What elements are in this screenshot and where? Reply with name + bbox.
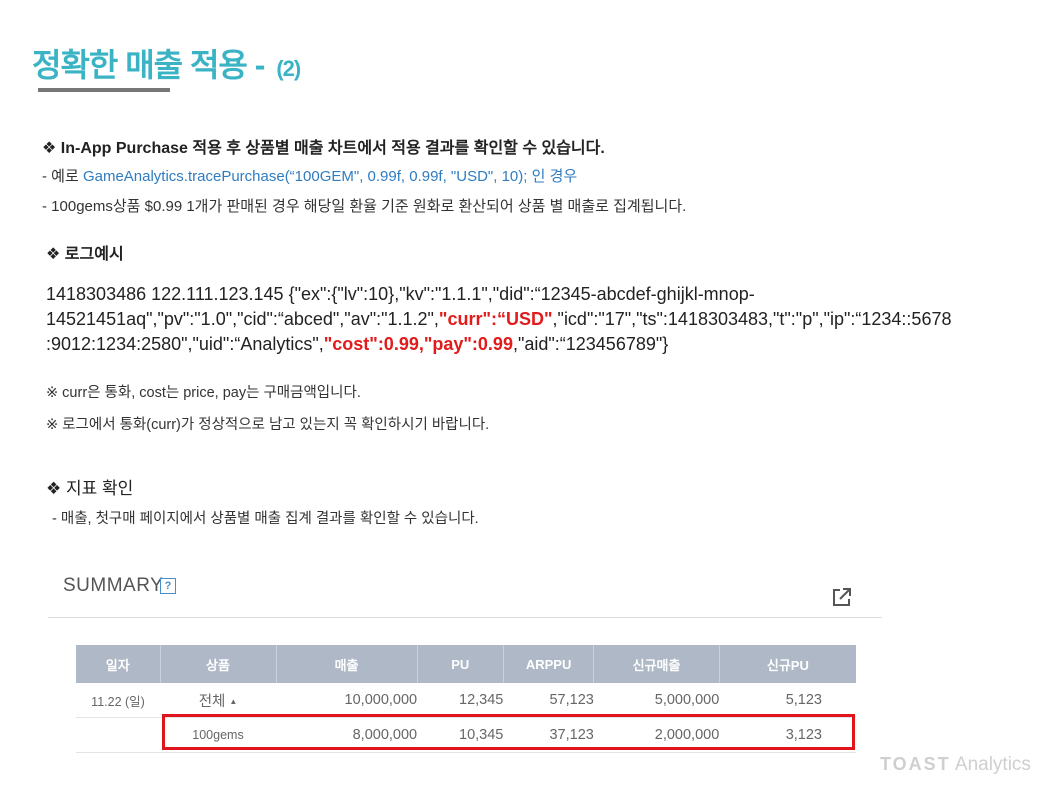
summary-title: SUMMARY [63, 575, 164, 596]
note-check: ※ 로그에서 통화(curr)가 정상적으로 남고 있는지 꼭 확인하시기 바랍… [46, 417, 490, 433]
table-row: 11.22 (일) 전체 ▲ 10,000,000 12,345 57,123 5… [76, 683, 856, 718]
cell-revenue: 10,000,000 [276, 683, 418, 718]
column-header-revenue[interactable]: 매출 [276, 645, 418, 683]
note-curr: ※ curr은 통화, cost는 price, pay는 구매금액입니다. [46, 385, 361, 401]
cell-new-pu: 5,123 [719, 683, 856, 718]
log-text-3: ,"aid":“123456789"} [512, 334, 669, 354]
log-cost-pay-highlight: "cost":0.99,"pay":0.99 [323, 334, 513, 354]
page-title: 정확한 매출 적용 - (2) [32, 40, 301, 86]
external-link-icon[interactable] [831, 586, 853, 608]
section2-heading: ❖ 로그예시 [46, 246, 124, 263]
cell-date [76, 717, 160, 753]
log-curr-highlight: "curr":“USD" [438, 309, 553, 329]
column-header-new-revenue[interactable]: 신규매출 [593, 645, 720, 683]
page-title-suffix: (2) [276, 56, 301, 81]
example-code: GameAnalytics.tracePurchase(“100GEM", 0.… [82, 168, 578, 185]
help-icon[interactable]: ? [160, 578, 176, 594]
cell-date: 11.22 (일) [76, 683, 160, 718]
highlight-box [162, 714, 855, 750]
summary-divider [48, 617, 882, 618]
column-header-product[interactable]: 상품 [160, 645, 277, 683]
cell-product-toggle[interactable]: 전체 ▲ [160, 683, 276, 718]
example-prefix: - 예로 [42, 168, 83, 185]
log-example: 1418303486 122.111.123.145 {"ex":{"lv":1… [46, 282, 1006, 357]
section1-heading: ❖ In-App Purchase 적용 후 상품별 매출 차트에서 적용 결과… [42, 140, 605, 157]
column-header-pu[interactable]: PU [417, 645, 504, 683]
logo-product: Analytics [954, 754, 1031, 775]
section3-line: - 매출, 첫구매 페이지에서 상품별 매출 집계 결과를 확인할 수 있습니다… [52, 511, 479, 527]
column-header-new-pu[interactable]: 신규PU [719, 645, 856, 683]
logo-brand: TOAST [880, 754, 951, 774]
section1-conversion-line: - 100gems상품 $0.99 1개가 판매된 경우 해당일 환율 기준 원… [42, 198, 687, 215]
page-title-main: 정확한 매출 적용 - [32, 47, 265, 83]
cell-product: 전체 [198, 693, 226, 710]
column-header-date[interactable]: 일자 [76, 645, 161, 683]
section1-example-line: - 예로 GameAnalytics.tracePurchase(“100GEM… [42, 165, 577, 186]
caret-up-icon[interactable]: ▲ [229, 697, 237, 706]
title-underline [38, 88, 170, 92]
table-header-row: 일자 상품 매출 PU ARPPU 신규매출 신규PU [76, 645, 856, 683]
cell-new-revenue: 5,000,000 [593, 683, 720, 718]
column-header-arppu[interactable]: ARPPU [503, 645, 595, 683]
cell-pu: 12,345 [417, 683, 504, 718]
cell-arppu: 57,123 [503, 683, 594, 718]
toast-analytics-logo: TOAST Analytics [880, 754, 1031, 776]
section3-heading: ❖ 지표 확인 [46, 479, 134, 498]
